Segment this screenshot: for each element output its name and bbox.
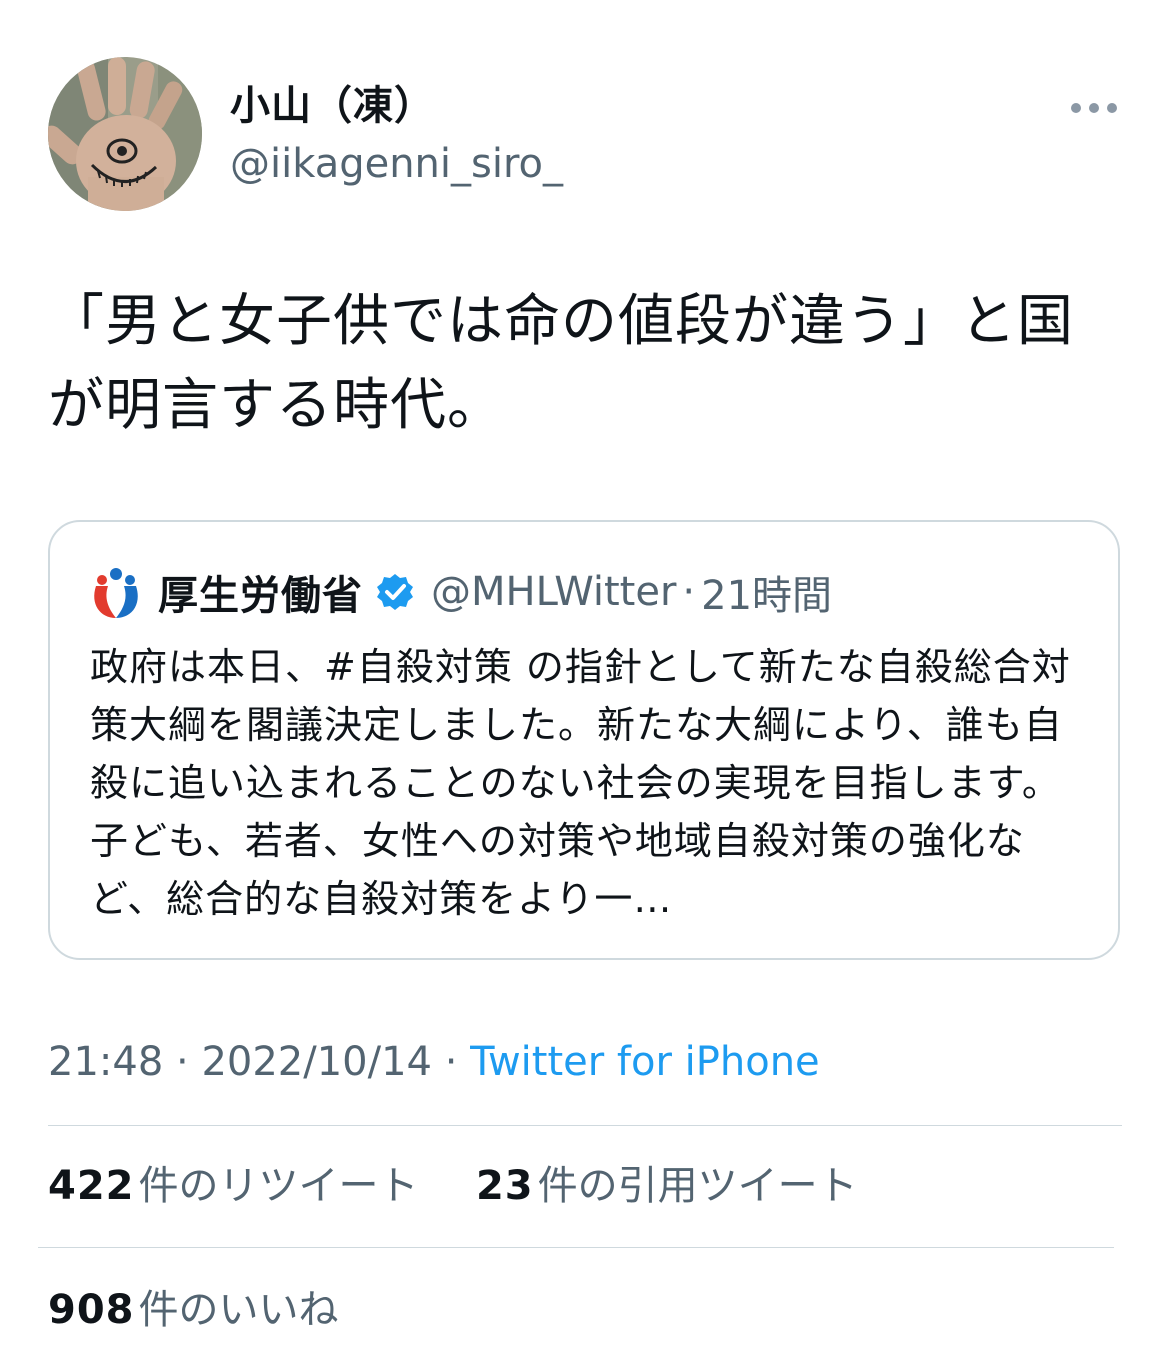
quotes-label: 件の引用ツイート	[537, 1163, 858, 1209]
engagement-stats: 422 件のリツイート 23 件の引用ツイート	[48, 1160, 858, 1212]
quoted-tweet-header: 厚生労働省 @MHLWitter · 21時間	[88, 564, 832, 620]
tweet-time[interactable]: 21:48	[48, 1039, 163, 1085]
retweets-stat[interactable]: 422 件のリツイート	[48, 1163, 431, 1209]
tweet-text: 「男と女子供では命の値段が違う」と国が明言する時代。	[48, 289, 1074, 438]
more-options-button[interactable]	[1064, 86, 1124, 130]
hand-with-eye-avatar-icon	[48, 57, 202, 211]
more-horizontal-icon	[1071, 103, 1117, 113]
avatar[interactable]	[48, 57, 202, 211]
quoted-display-name: 厚生労働省	[158, 573, 363, 619]
retweets-count: 422	[48, 1163, 135, 1209]
quotes-stat[interactable]: 23 件の引用ツイート	[463, 1163, 858, 1209]
likes-stat[interactable]: 908 件のいいね	[48, 1287, 339, 1333]
tweet-meta: 21:48 · 2022/10/14 · Twitter for iPhone	[48, 1036, 820, 1088]
tweet-date[interactable]: 2022/10/14	[201, 1039, 432, 1085]
divider	[48, 1125, 1122, 1126]
retweets-label: 件のリツイート	[138, 1163, 419, 1209]
quoted-tweet-card[interactable]: 厚生労働省 @MHLWitter · 21時間 政府は本日、#自殺対策 の指針と…	[48, 520, 1120, 960]
meta-separator: ·	[444, 1039, 458, 1085]
likes-label: 件のいいね	[138, 1287, 339, 1333]
quoted-tweet-text: 政府は本日、#自殺対策 の指針として新たな自殺総合対策大綱を閣議決定しました。新…	[90, 645, 1071, 921]
author-handle[interactable]: @iikagenni_siro_	[230, 140, 563, 188]
mhlw-logo-icon	[88, 564, 144, 620]
likes-count: 908	[48, 1287, 135, 1333]
tweet-source-link[interactable]: Twitter for iPhone	[470, 1039, 820, 1085]
likes-stats: 908 件のいいね	[48, 1284, 339, 1336]
verified-badge-icon	[375, 572, 415, 612]
quoted-time: 21時間	[701, 573, 833, 619]
divider	[38, 1247, 1114, 1248]
meta-separator: ·	[176, 1039, 189, 1085]
quoted-handle: @MHLWitter	[431, 569, 677, 615]
quotes-count: 23	[475, 1163, 534, 1209]
quoted-separator: ·	[682, 569, 696, 615]
author-display-name[interactable]: 小山（凍）	[230, 82, 435, 130]
